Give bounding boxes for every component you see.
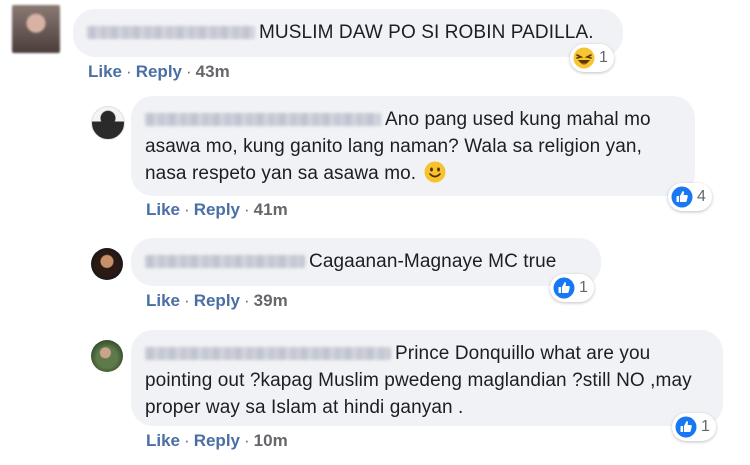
timestamp[interactable]: 43m [196,62,230,81]
reaction-count: 1 [701,418,710,435]
haha-icon [573,47,595,69]
avatar[interactable] [12,5,60,53]
comment-actions: Like · Reply · 41m [146,200,288,219]
reaction-count: 1 [579,279,588,296]
like-link[interactable]: Like [88,62,122,81]
comment-actions: Like · Reply · 43m [88,62,230,81]
reply-link[interactable]: Reply [194,431,240,450]
smiley-emoji-icon [424,161,446,183]
reaction-count: 4 [697,188,706,205]
avatar[interactable] [91,248,123,280]
reaction-summary[interactable]: 1 [550,274,594,302]
reaction-summary[interactable]: 4 [668,183,712,211]
like-icon [671,186,693,208]
comment-bubble: Cagaanan-Magnaye MC true [131,238,601,286]
like-link[interactable]: Like [146,200,180,219]
comment-text: MUSLIM DAW PO SI ROBIN PADILLA. [259,22,594,43]
reaction-summary[interactable]: 1 [672,413,716,441]
reaction-summary[interactable]: 1 [570,44,614,72]
reply-link[interactable]: Reply [136,62,182,81]
author-name-redacted[interactable] [145,255,305,269]
timestamp[interactable]: 10m [254,431,288,450]
like-link[interactable]: Like [146,431,180,450]
avatar[interactable] [91,106,125,140]
reaction-count: 1 [599,49,608,66]
like-icon [675,416,697,438]
comment-bubble: Prince Donquillo what are you pointing o… [131,330,723,426]
author-name-redacted[interactable] [145,347,391,361]
avatar[interactable] [91,340,123,372]
comment-actions: Like · Reply · 10m [146,431,288,450]
comment-actions: Like · Reply · 39m [146,291,288,310]
timestamp[interactable]: 41m [254,200,288,219]
reply-link[interactable]: Reply [194,200,240,219]
like-link[interactable]: Like [146,291,180,310]
reply-link[interactable]: Reply [194,291,240,310]
comment-text: Cagaanan-Magnaye MC true [309,251,557,272]
author-name-redacted[interactable] [87,26,255,40]
comment-bubble: MUSLIM DAW PO SI ROBIN PADILLA. [73,9,623,57]
comment-bubble: Ano pang used kung mahal mo asawa mo, ku… [131,96,695,196]
timestamp[interactable]: 39m [254,291,288,310]
like-icon [553,277,575,299]
author-name-redacted[interactable] [145,113,381,127]
